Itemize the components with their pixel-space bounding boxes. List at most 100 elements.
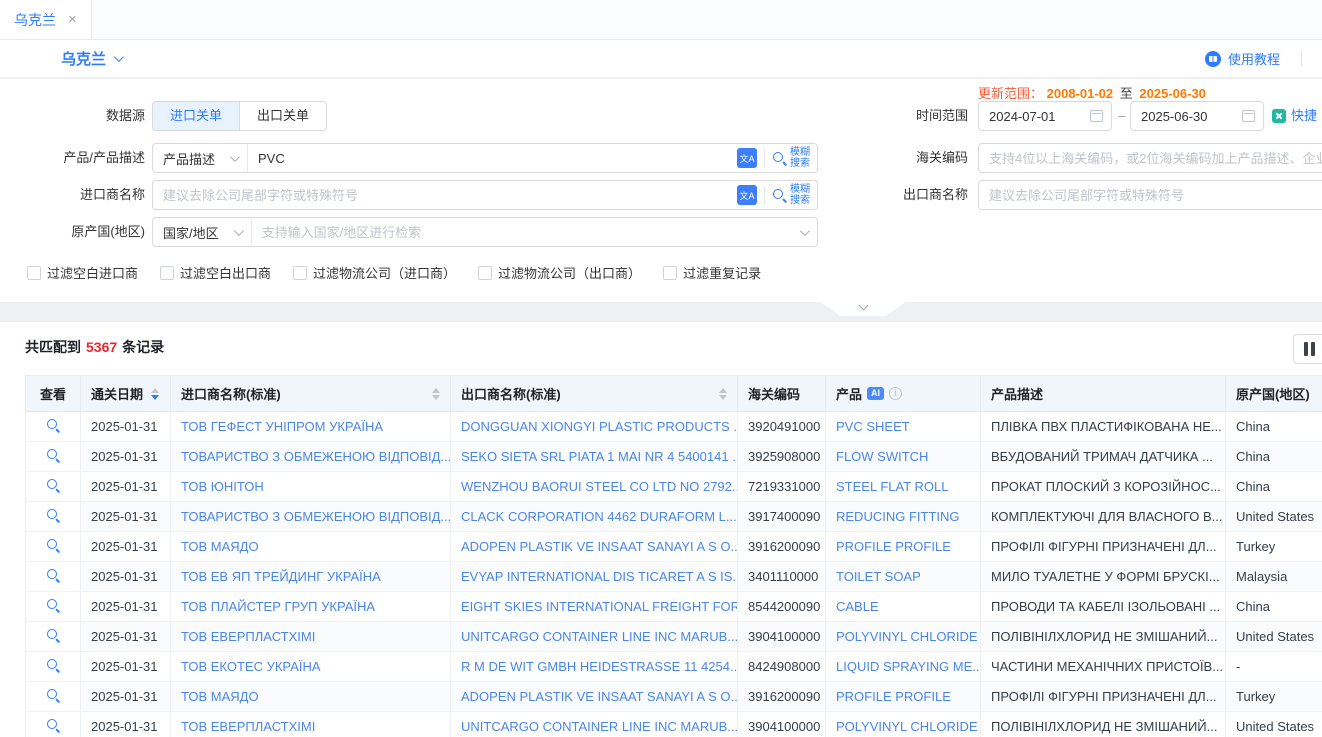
origin-country: China (1226, 592, 1322, 622)
importer-link[interactable]: ТОВ ПЛАЙСТЕР ГРУП УКРАЇНА (181, 599, 375, 614)
importer-link[interactable]: ТОВ ЮНІТОН (181, 479, 264, 494)
export-declarations-tab[interactable]: 出口关单 (239, 102, 326, 130)
exporter-link[interactable]: CLACK CORPORATION 4462 DURAFORM L... (461, 509, 737, 524)
filter-checkbox[interactable]: 过滤空白进口商 (27, 263, 138, 282)
hs-code-input[interactable] (978, 143, 1322, 173)
view-record-button[interactable] (44, 716, 63, 737)
col-importer[interactable]: 进口商名称(标准) (171, 376, 451, 412)
product-link[interactable]: POLYVINYL CHLORIDE (836, 719, 978, 734)
view-cell (26, 592, 81, 622)
translate-icon[interactable]: 文A (737, 148, 757, 168)
import-declarations-tab[interactable]: 进口关单 (153, 102, 239, 130)
view-record-button[interactable] (44, 626, 63, 648)
close-tab-icon[interactable]: × (68, 11, 77, 28)
view-record-button[interactable] (44, 536, 63, 558)
view-record-button[interactable] (44, 596, 63, 618)
fuzzy-search-button[interactable]: 模糊搜索 (772, 184, 817, 206)
filter-checkbox[interactable]: 过滤物流公司（出口商） (478, 263, 641, 282)
table-settings-button[interactable] (1293, 334, 1322, 364)
product-link[interactable]: PVC SHEET (836, 419, 910, 434)
hs-code: 3904100000 (738, 712, 826, 737)
checkbox-box[interactable] (478, 266, 492, 280)
hs-code: 3920491000 (738, 412, 826, 442)
importer-name-input[interactable] (153, 188, 737, 203)
sort-icons[interactable] (432, 388, 440, 400)
product-description: ПРОФІЛІ ФІГУРНІ ПРИЗНАЧЕНІ ДЛ... (981, 532, 1226, 562)
product-link[interactable]: POLYVINYL CHLORIDE (836, 629, 978, 644)
product-type-select[interactable]: 产品描述 (153, 144, 248, 172)
product-link[interactable]: REDUCING FITTING (836, 509, 960, 524)
search-icon (46, 448, 61, 463)
quick-select-button[interactable]: 快捷 (1272, 101, 1317, 131)
product-link[interactable]: FLOW SWITCH (836, 449, 928, 464)
col-exporter[interactable]: 出口商名称(标准) (451, 376, 738, 412)
ai-badge: AI (867, 387, 884, 400)
checkbox-box[interactable] (293, 266, 307, 280)
product-link[interactable]: STEEL FLAT ROLL (836, 479, 948, 494)
checkbox-box[interactable] (160, 266, 174, 280)
importer-link[interactable]: ТОВ ЕКОТЕС УКРАЇНА (181, 659, 321, 674)
view-record-button[interactable] (44, 446, 63, 468)
importer-link[interactable]: ТОВ МАЯДО (181, 539, 259, 554)
chevron-down-icon[interactable] (114, 52, 124, 62)
info-icon[interactable]: i (889, 387, 902, 400)
date-to-field[interactable] (1130, 101, 1264, 131)
filter-checkbox[interactable]: 过滤重复记录 (663, 263, 761, 282)
view-record-button[interactable] (44, 506, 63, 528)
product-link[interactable]: TOILET SOAP (836, 569, 921, 584)
importer-link[interactable]: ТОВ ГЕФЕСТ УНІПРОМ УКРАЇНА (181, 419, 383, 434)
product-search-input[interactable] (248, 151, 737, 166)
fuzzy-search-button[interactable]: 模糊搜索 (772, 147, 817, 169)
exporter-link[interactable]: ADOPEN PLASTIK VE INSAAT SANAYI A S O... (461, 689, 738, 704)
exporter-link[interactable]: DONGGUAN XIONGYI PLASTIC PRODUCTS ... (461, 419, 738, 434)
importer-link[interactable]: ТОВ ЕВЕРПЛАСТХІМІ (181, 719, 315, 734)
view-record-button[interactable] (44, 566, 63, 588)
table-row: 2025-01-31 ТОВ ЕВ ЯП ТРЕЙДИНГ УКРАЇНА EV… (26, 562, 1322, 592)
exporter-name-input[interactable] (978, 180, 1322, 210)
book-icon (1205, 51, 1221, 67)
table-row: 2025-01-31 ТОВ ЕВЕРПЛАСТХІМІ UNITCARGO C… (26, 622, 1322, 652)
product-link[interactable]: CABLE (836, 599, 879, 614)
exporter-link[interactable]: UNITCARGO CONTAINER LINE INC MARUB... (461, 719, 738, 734)
importer-link[interactable]: ТОВАРИСТВО З ОБМЕЖЕНОЮ ВІДПОВІД... (181, 509, 451, 524)
product-label: 产品/产品描述 (0, 143, 145, 173)
origin-country-input[interactable] (252, 225, 800, 240)
exporter-link[interactable]: EVYAP INTERNATIONAL DIS TICARET A S IS..… (461, 569, 738, 584)
filter-checkbox[interactable]: 过滤空白出口商 (160, 263, 271, 282)
product-link[interactable]: PROFILE PROFILE (836, 689, 951, 704)
exporter-link[interactable]: UNITCARGO CONTAINER LINE INC MARUB... (461, 629, 738, 644)
date-from-field[interactable] (978, 101, 1112, 131)
country-tab[interactable]: 乌克兰 × (0, 0, 92, 39)
checkbox-label: 过滤物流公司（出口商） (498, 263, 641, 282)
view-record-button[interactable] (44, 656, 63, 678)
collapse-panel-button[interactable] (819, 301, 907, 316)
checkbox-box[interactable] (663, 266, 677, 280)
date-from-input[interactable] (989, 109, 1090, 124)
sort-icons[interactable] (151, 388, 159, 400)
chevron-down-icon (800, 226, 810, 236)
importer-link[interactable]: ТОВАРИСТВО З ОБМЕЖЕНОЮ ВІДПОВІД... (181, 449, 451, 464)
sort-icons[interactable] (719, 388, 727, 400)
importer-link[interactable]: ТОВ МАЯДО (181, 689, 259, 704)
importer-link[interactable]: ТОВ ЕВ ЯП ТРЕЙДИНГ УКРАЇНА (181, 569, 381, 584)
country-selector-label[interactable]: 乌克兰 (61, 48, 106, 69)
col-clearance-date[interactable]: 通关日期 (81, 376, 171, 412)
view-record-button[interactable] (44, 686, 63, 708)
date-to-input[interactable] (1141, 109, 1242, 124)
exporter-link[interactable]: SEKO SIETA SRL PIATA 1 MAI NR 4 5400141 … (461, 449, 738, 464)
tutorial-link[interactable]: 使用教程 (1205, 49, 1302, 68)
translate-icon[interactable]: 文A (737, 185, 757, 205)
view-record-button[interactable] (44, 476, 63, 498)
importer-link[interactable]: ТОВ ЕВЕРПЛАСТХІМІ (181, 629, 315, 644)
filter-checkbox[interactable]: 过滤物流公司（进口商） (293, 263, 456, 282)
exporter-link[interactable]: WENZHOU BAORUI STEEL CO LTD NO 2792... (461, 479, 738, 494)
exporter-link[interactable]: ADOPEN PLASTIK VE INSAAT SANAYI A S O... (461, 539, 738, 554)
product-link[interactable]: PROFILE PROFILE (836, 539, 951, 554)
view-record-button[interactable] (44, 416, 63, 438)
checkbox-label: 过滤物流公司（进口商） (313, 263, 456, 282)
product-link[interactable]: LIQUID SPRAYING ME... (836, 659, 981, 674)
origin-type-select[interactable]: 国家/地区 (153, 218, 252, 246)
exporter-link[interactable]: EIGHT SKIES INTERNATIONAL FREIGHT FOR... (461, 599, 738, 614)
checkbox-box[interactable] (27, 266, 41, 280)
exporter-link[interactable]: R M DE WIT GMBH HEIDESTRASSE 11 4254... (461, 659, 738, 674)
